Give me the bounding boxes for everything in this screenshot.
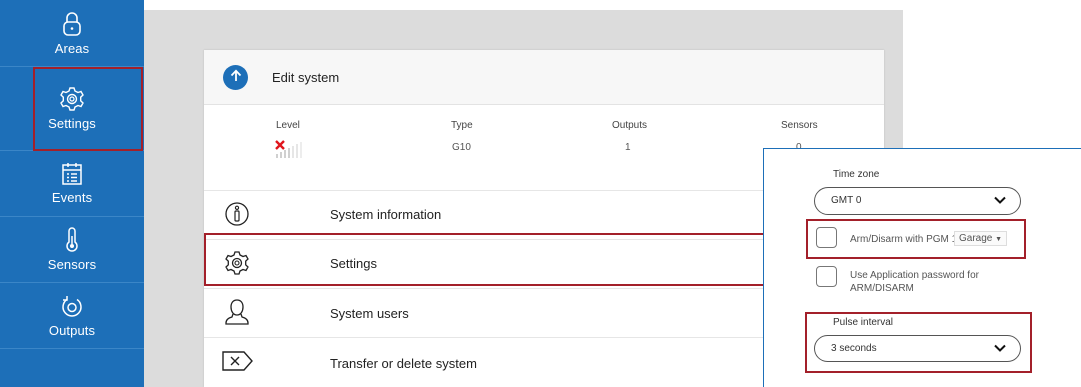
sidebar-item-label: Settings xyxy=(48,115,96,131)
app-password-checkbox[interactable] xyxy=(816,266,837,287)
sidebar-item-settings[interactable]: Settings xyxy=(0,66,144,151)
pgm-output-value: Garage xyxy=(959,233,993,244)
sidebar-item-label: Outputs xyxy=(48,322,96,338)
sidebar-item-outputs[interactable]: Outputs xyxy=(0,282,144,349)
outputs-value: 1 xyxy=(625,142,631,153)
sidebar-item-label: Sensors xyxy=(47,256,97,272)
menu-item-label: System users xyxy=(330,306,409,321)
app-password-label-line-2: ARM/DISARM xyxy=(850,283,914,294)
type-value: G10 xyxy=(452,142,471,153)
calendar-list-icon xyxy=(61,162,83,190)
sidebar-item-sensors[interactable]: Sensors xyxy=(0,216,144,283)
arm-disarm-label: Arm/Disarm with PGM 1 xyxy=(850,234,958,245)
gear-icon xyxy=(219,248,255,278)
gear-icon xyxy=(59,86,85,116)
signal-level-icon xyxy=(274,138,310,165)
arrow-up-icon xyxy=(230,68,242,87)
sidebar-item-label: Events xyxy=(51,189,93,205)
info-icon xyxy=(219,199,255,229)
sidebar: Areas Settings Events Sensors Outputs xyxy=(0,0,144,387)
pgm-output-select[interactable]: Garage ▼ xyxy=(954,231,1008,246)
user-icon xyxy=(219,297,255,327)
column-header-outputs: Outputs xyxy=(612,120,648,131)
chevron-down-icon xyxy=(994,196,1006,207)
pulse-interval-select[interactable]: 3 seconds xyxy=(814,335,1021,362)
pulse-interval-value: 3 seconds xyxy=(831,343,877,354)
chevron-down-icon xyxy=(994,344,1006,355)
sidebar-item-areas[interactable]: Areas xyxy=(0,0,144,67)
power-icon xyxy=(59,293,85,323)
arm-disarm-checkbox[interactable] xyxy=(816,227,837,248)
thermometer-icon xyxy=(64,226,80,257)
menu-item-label: Settings xyxy=(330,256,377,271)
column-header-level: Level xyxy=(276,120,300,131)
menu-item-label: Transfer or delete system xyxy=(330,356,477,371)
pulse-interval-label: Pulse interval xyxy=(833,317,894,328)
sidebar-item-events[interactable]: Events xyxy=(0,150,144,217)
caret-down-icon: ▼ xyxy=(995,236,1003,243)
time-zone-label: Time zone xyxy=(833,169,880,180)
menu-item-label: System information xyxy=(330,207,442,222)
app-password-label: Use Application password for ARM/DISARM xyxy=(850,269,979,295)
column-header-sensors: Sensors xyxy=(781,120,818,131)
delete-tag-icon xyxy=(219,346,255,376)
column-header-type: Type xyxy=(451,120,473,131)
time-zone-value: GMT 0 xyxy=(831,195,862,206)
back-button[interactable] xyxy=(223,65,248,90)
lock-icon xyxy=(62,11,82,41)
sidebar-item-label: Areas xyxy=(54,40,90,56)
app-password-label-line-1: Use Application password for xyxy=(850,270,979,281)
settings-popup: Time zone GMT 0 Arm/Disarm with PGM 1 Ga… xyxy=(763,148,1081,387)
time-zone-select[interactable]: GMT 0 xyxy=(814,187,1021,215)
page-title: Edit system xyxy=(272,70,340,85)
